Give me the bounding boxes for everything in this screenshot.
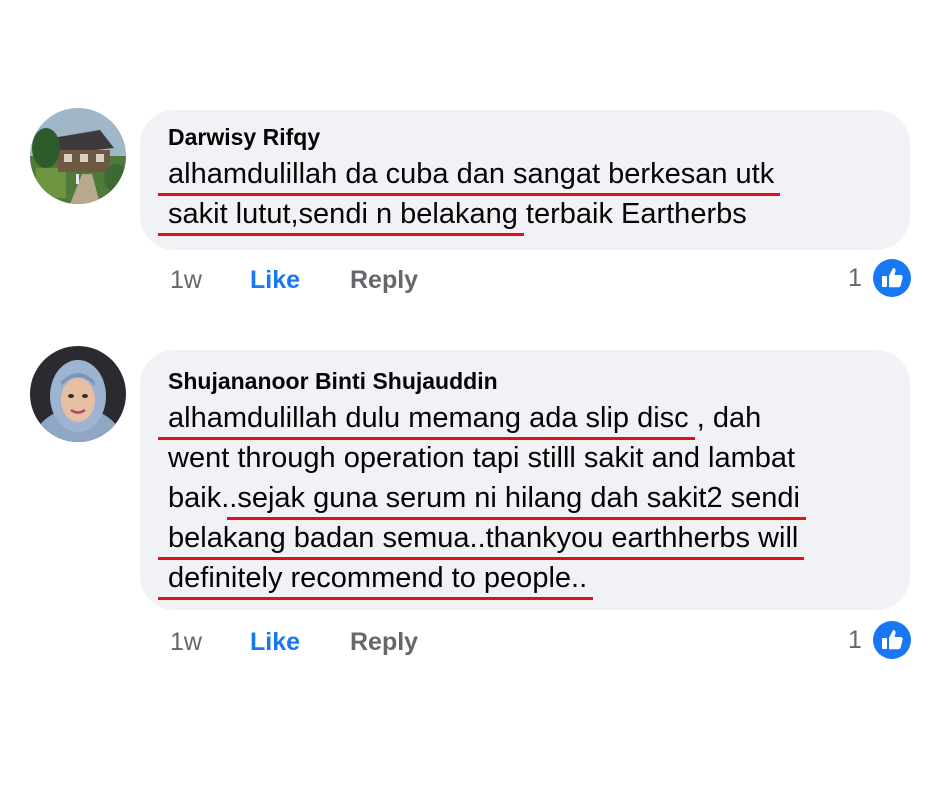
comment-line: baik..sejak guna serum ni hilang dah sak… bbox=[168, 482, 800, 515]
reply-button[interactable]: Reply bbox=[350, 628, 418, 657]
comment-text: baik.. bbox=[168, 482, 238, 514]
underlined-text: definitely recommend to people.. bbox=[168, 562, 588, 594]
comment-timestamp[interactable]: 1w bbox=[170, 266, 202, 295]
comment-line: alhamdulillah da cuba dan sangat berkesa… bbox=[168, 158, 774, 191]
comment-author[interactable]: Darwisy Rifqy bbox=[168, 124, 320, 151]
comment-line: definitely recommend to people.. bbox=[168, 562, 587, 595]
avatar[interactable] bbox=[30, 108, 126, 204]
underlined-text: alhamdulillah dulu memang ada slip disc bbox=[168, 402, 689, 434]
like-button[interactable]: Like bbox=[250, 266, 300, 295]
underlined-text: sakit lutut,sendi n belakang bbox=[168, 198, 518, 230]
comment-line: alhamdulillah dulu memang ada slip disc … bbox=[168, 402, 761, 435]
avatar[interactable] bbox=[30, 346, 126, 442]
thumbs-up-icon[interactable] bbox=[872, 620, 912, 660]
reply-button[interactable]: Reply bbox=[350, 266, 418, 295]
like-button[interactable]: Like bbox=[250, 628, 300, 657]
underlined-text: sejak guna serum ni hilang dah sakit2 se… bbox=[237, 482, 800, 514]
thumbs-up-icon[interactable] bbox=[872, 258, 912, 298]
comment-text: , dah bbox=[688, 402, 762, 434]
comment-author[interactable]: Shujananoor Binti Shujauddin bbox=[168, 368, 498, 395]
comment-text: went through operation tapi stilll sakit… bbox=[168, 442, 796, 474]
comment-timestamp[interactable]: 1w bbox=[170, 628, 202, 657]
comment-line: sakit lutut,sendi n belakang terbaik Ear… bbox=[168, 198, 747, 231]
comment-bubble: Shujananoor Binti Shujauddin alhamdulill… bbox=[140, 350, 910, 610]
comment-bubble: Darwisy Rifqy alhamdulillah da cuba dan … bbox=[140, 110, 910, 250]
woman-hijab-avatar-icon bbox=[30, 346, 126, 442]
comment-line: belakang badan semua..thankyou earthherb… bbox=[168, 522, 798, 555]
comment-text: terbaik Eartherbs bbox=[517, 198, 747, 230]
reaction-count[interactable]: 1 bbox=[848, 264, 862, 293]
reaction-count[interactable]: 1 bbox=[848, 626, 862, 655]
underlined-text: belakang badan semua..thankyou earthherb… bbox=[168, 522, 799, 554]
comment-line: went through operation tapi stilll sakit… bbox=[168, 442, 795, 475]
underlined-text: alhamdulillah da cuba dan sangat berkesa… bbox=[168, 158, 775, 190]
house-landscape-avatar-icon bbox=[30, 108, 126, 204]
